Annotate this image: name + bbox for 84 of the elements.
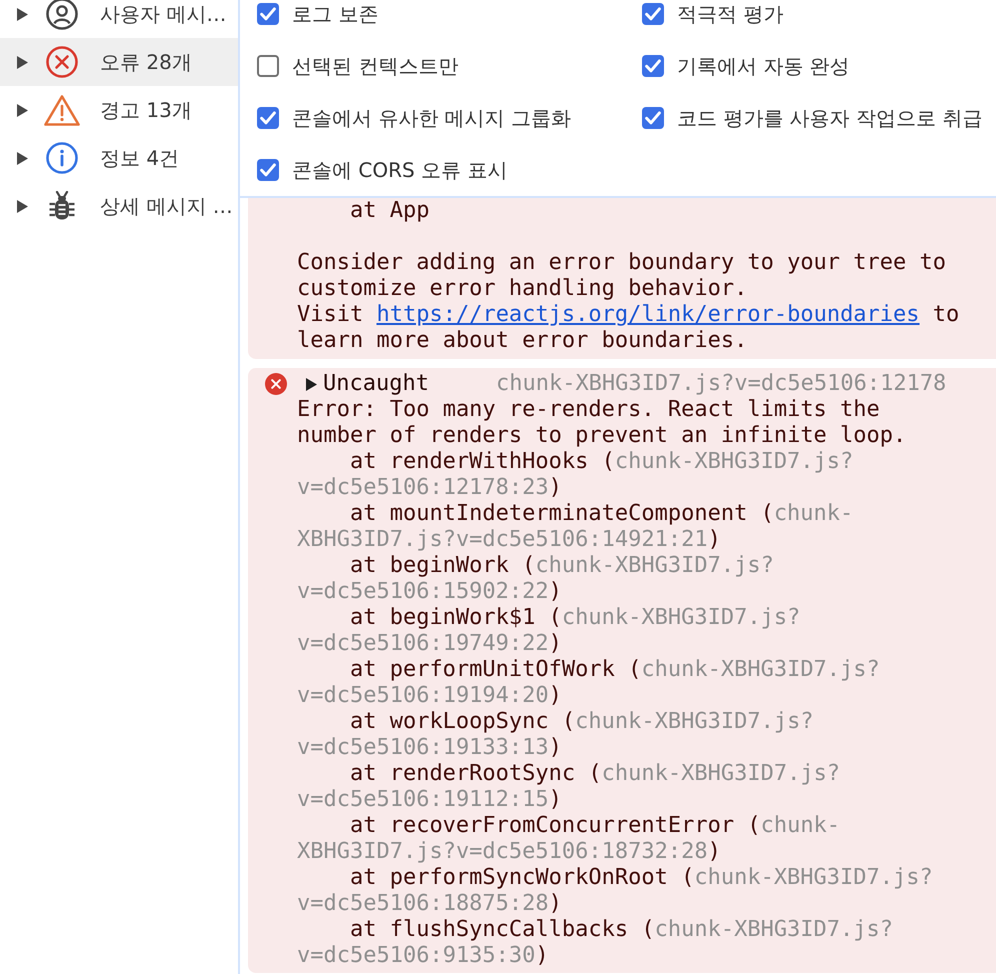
closing-paren-text: ) <box>708 527 721 552</box>
stack-frame-text: at renderRootSync ( <box>350 761 602 786</box>
source-link[interactable]: v=dc5e5106:18875:28 <box>297 891 549 916</box>
source-link[interactable]: chunk-XBHG3ID7.js? <box>614 449 854 474</box>
expand-triangle-icon[interactable] <box>306 378 317 390</box>
message-text: Consider adding an error boundary to your tree to customize error handling behavior. <box>297 250 948 302</box>
warning-icon <box>44 94 80 126</box>
sidebar-item[interactable]: 오류 28개 <box>0 38 238 86</box>
source-link[interactable]: XBHG3ID7.js?v=dc5e5106:14921:21 <box>297 527 708 552</box>
info-icon <box>46 142 78 174</box>
source-link[interactable]: v=dc5e5106:15902:22 <box>297 579 549 604</box>
stack-frame-text: at renderWithHooks ( <box>350 449 615 474</box>
stack-frame-text: at performSyncWorkOnRoot ( <box>350 865 694 890</box>
expand-triangle-icon[interactable] <box>17 8 28 20</box>
expand-triangle-icon[interactable] <box>17 200 28 212</box>
source-link[interactable]: chunk-XBHG3ID7.js? <box>641 657 880 682</box>
user-icon <box>46 0 78 30</box>
checkbox[interactable] <box>642 107 664 129</box>
checkbox-label[interactable]: 적극적 평가 <box>677 0 784 28</box>
source-link[interactable]: v=dc5e5106:19194:20 <box>297 683 549 708</box>
checkmark-icon <box>260 6 276 22</box>
stack-frame-text: at flushSyncCallbacks ( <box>350 917 655 942</box>
checkbox[interactable] <box>642 3 664 25</box>
closing-paren-text: ) <box>535 943 549 968</box>
closing-paren-text: ) <box>548 631 562 656</box>
stack-frame-text: at workLoopSync ( <box>350 709 576 734</box>
source-link[interactable]: chunk-XBHG3ID7.js? <box>575 709 814 734</box>
stack-frame-text: at recoverFromConcurrentError ( <box>350 813 761 838</box>
source-link[interactable]: chunk-XBHG3ID7.js? <box>562 605 800 630</box>
source-link[interactable]: v=dc5e5106:19112:15 <box>297 787 549 812</box>
closing-paren-text: ) <box>548 787 562 812</box>
sidebar-item[interactable]: 사용자 메시… <box>0 0 238 38</box>
closing-paren-text: ) <box>548 683 562 708</box>
error-icon <box>46 46 78 78</box>
stack-frame-text: at beginWork$1 ( <box>350 605 562 630</box>
source-link[interactable]: v=dc5e5106:9135:30 <box>297 943 536 968</box>
source-link[interactable]: chunk-XBHG3ID7.js? <box>602 761 840 786</box>
source-link[interactable]: v=dc5e5106:19133:13 <box>297 735 549 760</box>
checkbox-label[interactable]: 로그 보존 <box>292 0 378 28</box>
checkbox[interactable] <box>257 3 279 25</box>
checkbox-label[interactable]: 기록에서 자동 완성 <box>677 52 850 80</box>
sidebar-item[interactable]: 상세 메시지 … <box>0 182 238 230</box>
stack-frame-text: at beginWork ( <box>350 553 536 578</box>
source-link[interactable]: XBHG3ID7.js?v=dc5e5106:18732:28 <box>297 839 708 864</box>
stack-frame-text: at App <box>350 198 430 223</box>
checkbox-label[interactable]: 콘솔에서 유사한 메시지 그룹화 <box>292 104 572 132</box>
closing-paren-text: ) <box>548 579 562 604</box>
source-link[interactable]: chunk-XBHG3ID7.js?v=dc5e5106:12178 <box>496 371 946 397</box>
checkmark-icon <box>260 110 276 126</box>
expand-triangle-icon[interactable] <box>17 104 28 116</box>
sidebar-item[interactable]: 경고 13개 <box>0 86 238 134</box>
source-link[interactable]: chunk-XBHG3ID7.js? <box>654 917 894 942</box>
closing-paren-text: ) <box>708 839 721 864</box>
source-link[interactable]: chunk-XBHG3ID7.js? <box>535 553 774 578</box>
stack-frame-text: at performUnitOfWork ( <box>350 657 642 682</box>
source-link[interactable]: chunk-XBHG3ID7.js? <box>694 865 933 890</box>
checkmark-icon <box>260 162 276 178</box>
bug-icon <box>49 191 75 221</box>
closing-paren-text: ) <box>548 475 562 500</box>
checkbox-label[interactable]: 선택된 컨텍스트만 <box>292 52 458 80</box>
sidebar-item[interactable]: 정보 4건 <box>0 134 238 182</box>
expand-triangle-icon[interactable] <box>17 56 28 68</box>
source-link[interactable]: v=dc5e5106:19749:22 <box>297 631 549 656</box>
checkbox[interactable] <box>257 159 279 181</box>
error-icon <box>265 373 287 395</box>
source-link[interactable]: chunk- <box>774 501 854 526</box>
message-text: Visit https://reactjs.org/link/error-boundaries to learn more about error boundaries. <box>297 302 960 354</box>
error-title[interactable]: Uncaught <box>323 371 429 397</box>
checkmark-icon <box>645 6 661 22</box>
source-link[interactable]: chunk- <box>760 813 840 838</box>
closing-paren-text: ) <box>548 735 562 760</box>
closing-paren-text: ) <box>548 891 562 916</box>
source-link[interactable]: v=dc5e5106:12178:23 <box>297 475 549 500</box>
checkbox-label[interactable]: 코드 평가를 사용자 작업으로 취급 <box>677 104 982 132</box>
error-message-text: Error: Too many re-renders. React limits the number of renders to prevent an infinite loop. <box>297 397 908 449</box>
checkmark-icon <box>645 110 661 126</box>
checkbox[interactable] <box>257 107 279 129</box>
expand-triangle-icon[interactable] <box>17 152 28 164</box>
docs-link[interactable]: https://reactjs.org/link/error-boundaries <box>376 302 920 327</box>
checkmark-icon <box>645 58 661 74</box>
stack-frame-text: at mountIndeterminateComponent ( <box>350 501 774 526</box>
checkbox[interactable] <box>257 55 279 77</box>
checkbox-label[interactable]: 콘솔에 CORS 오류 표시 <box>292 156 508 184</box>
checkbox[interactable] <box>642 55 664 77</box>
